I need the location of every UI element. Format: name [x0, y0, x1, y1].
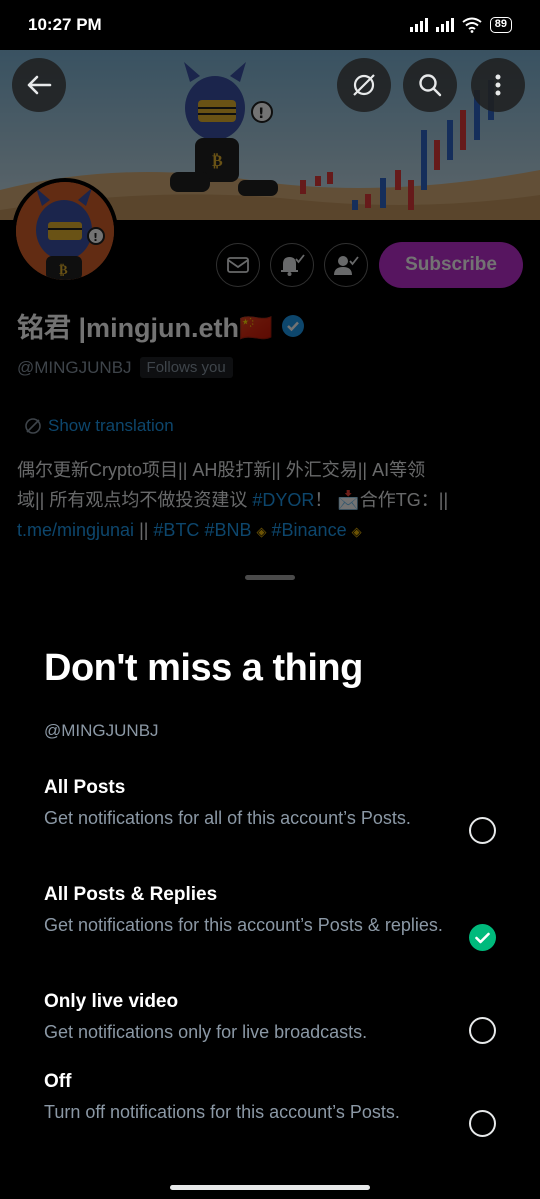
option-title: All Posts: [44, 777, 126, 798]
option-off[interactable]: Off Turn off notifications for this acco…: [44, 1071, 496, 1137]
show-translation-label: Show translation: [48, 416, 174, 435]
option-title: All Posts & Replies: [44, 884, 218, 905]
sheet-title: Don't miss a thing: [44, 647, 363, 689]
option-all-posts-replies[interactable]: All Posts & Replies Get notifications fo…: [44, 884, 496, 951]
bell-check-icon: [281, 254, 305, 276]
hashtag-binance[interactable]: #Binance: [272, 520, 347, 540]
search-icon: [419, 74, 442, 97]
telegram-link[interactable]: t.me/mingjunai: [17, 520, 134, 540]
signal-icon: [409, 18, 428, 32]
sheet-grabber[interactable]: [245, 575, 295, 580]
status-bar: 10:27 PM 89: [0, 0, 540, 50]
status-icons: 89: [409, 17, 512, 33]
option-description: Get notifications only for live broadcas…: [44, 1022, 368, 1042]
status-time: 10:27 PM: [28, 15, 102, 34]
subscribe-button[interactable]: Subscribe: [379, 242, 523, 288]
hashtag-btc[interactable]: #BTC: [153, 520, 199, 540]
slashed-circle-icon: [353, 74, 375, 96]
svg-text:!: !: [258, 106, 264, 122]
hashtag-dyor[interactable]: #DYOR: [252, 490, 314, 510]
profile-avatar[interactable]: ₿ !: [12, 178, 118, 284]
follows-you-badge: Follows you: [139, 357, 233, 378]
show-translation-link[interactable]: Show translation: [24, 416, 174, 436]
bio-line: t.me/mingjunai || #BTC #BNB ◈ #Binance ◈: [17, 520, 362, 540]
svg-text:₿: ₿: [212, 151, 223, 170]
option-all-posts[interactable]: All Posts Get notifications for all of t…: [44, 777, 496, 844]
check-icon: [475, 932, 490, 943]
back-button[interactable]: [12, 58, 66, 112]
signal-icon: [435, 18, 454, 32]
option-description: Get notifications for all of this accoun…: [44, 808, 411, 828]
wifi-icon: [462, 17, 482, 33]
search-button[interactable]: [403, 58, 457, 112]
more-options-button[interactable]: [471, 58, 525, 112]
notifications-button[interactable]: [270, 243, 314, 287]
svg-text:!: !: [93, 231, 98, 244]
option-title: Only live video: [44, 991, 179, 1012]
svg-text:₿: ₿: [59, 263, 68, 278]
bio-line: 偶尔更新Crypto项目|| AH股打新|| 外汇交易|| AI等领: [17, 460, 426, 480]
mail-icon: [227, 257, 249, 273]
profile-name-row: 铭君 |mingjun.eth🇨🇳: [17, 306, 305, 345]
radio-button[interactable]: [469, 1110, 496, 1137]
notification-sheet: Don't miss a thing @MINGJUNBJ All Posts …: [0, 565, 540, 1199]
radio-button[interactable]: [469, 817, 496, 844]
verified-icon: [281, 314, 304, 337]
bnb-icon: ◈: [351, 524, 362, 539]
message-button[interactable]: [216, 243, 260, 287]
profile-bio: 偶尔更新Crypto项目|| AH股打新|| 外汇交易|| AI等领 域|| 所…: [17, 455, 522, 547]
translate-icon: [25, 418, 41, 434]
hashtag-bnb[interactable]: #BNB: [204, 520, 251, 540]
option-only-live-video[interactable]: Only live video Get notifications only f…: [44, 991, 496, 1046]
battery-indicator: 89: [489, 17, 512, 33]
radio-button-selected[interactable]: [469, 924, 496, 951]
bio-line: 域|| 所有观点均不做投资建议 #DYOR！ 📩合作TG：||: [17, 490, 449, 510]
person-check-icon: [334, 256, 359, 275]
radio-button[interactable]: [469, 1017, 496, 1044]
following-button[interactable]: [324, 243, 368, 287]
mute-button[interactable]: [337, 58, 391, 112]
option-title: Off: [44, 1071, 72, 1092]
bnb-icon: ◈: [256, 524, 267, 539]
home-indicator[interactable]: [170, 1185, 370, 1190]
profile-name: 铭君 |mingjun.eth🇨🇳: [17, 313, 273, 343]
option-description: Turn off notifications for this account’…: [44, 1102, 400, 1122]
profile-handle-row: @MINGJUNBJ Follows you: [17, 357, 233, 378]
profile-handle: @MINGJUNBJ: [17, 357, 132, 377]
arrow-left-icon: [27, 75, 52, 95]
more-vertical-icon: [495, 74, 501, 96]
sheet-handle: @MINGJUNBJ: [44, 721, 159, 740]
option-description: Get notifications for this account’s Pos…: [44, 915, 443, 935]
